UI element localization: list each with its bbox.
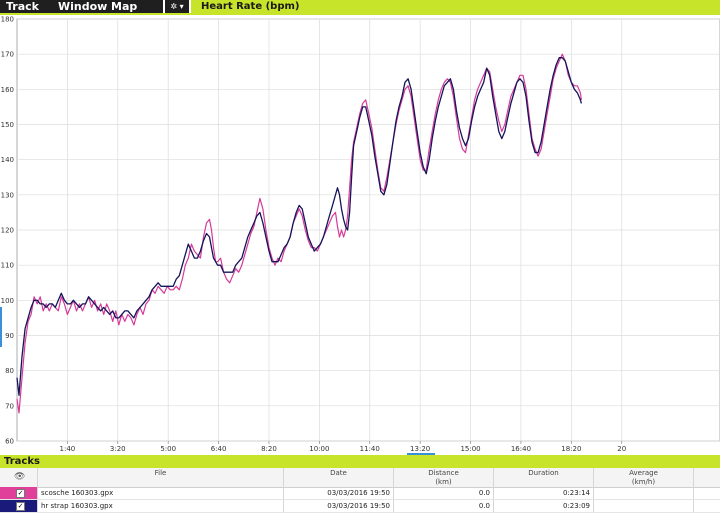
x-tick-label: 18:20 (561, 445, 581, 453)
distance-column-header[interactable]: Distance (km) (394, 468, 494, 487)
eye-icon: 👁 (14, 472, 26, 482)
menu-bar: Track Window Map (0, 0, 163, 13)
x-tick-label: 11:40 (360, 445, 380, 453)
x-tick-label: 1:40 (60, 445, 76, 453)
y-tick-label: 80 (5, 367, 14, 375)
date-column-header[interactable]: Date (284, 468, 394, 487)
track-color-cell: ✓ (0, 500, 38, 512)
tracks-panel-title: Tracks (4, 456, 40, 467)
x-axis-ticks: 1:40 3:20 5:00 6:40 8:20 10:00 11:40 13:20 15:00… (60, 445, 627, 453)
file-cell: scosche 160303.gpx (38, 487, 284, 499)
y-tick-label: 110 (1, 262, 14, 270)
y-tick-label: 150 (1, 121, 14, 129)
menu-map[interactable]: Map (111, 0, 137, 13)
left-edge-handle[interactable] (0, 307, 2, 347)
x-tick-label: 3:20 (110, 445, 126, 453)
y-tick-label: 120 (1, 227, 14, 235)
duration-column-header[interactable]: Duration (494, 468, 594, 487)
tracks-panel-header: Tracks (0, 455, 720, 468)
x-tick-label: 15:00 (460, 445, 480, 453)
table-row[interactable]: ✓ scosche 160303.gpx 03/03/2016 19:50 0.… (0, 487, 720, 500)
tracks-table: 👁 File Date Distance (km) Duration Avera… (0, 468, 720, 516)
menu-track[interactable]: Track (6, 0, 39, 13)
table-row[interactable]: ✓ hr strap 160303.gpx 03/03/2016 19:50 0… (0, 500, 720, 513)
extra-cell (694, 487, 720, 499)
average-cell (594, 500, 694, 512)
date-cell: 03/03/2016 19:50 (284, 500, 394, 512)
duration-cell: 0:23:09 (494, 500, 594, 512)
file-column-header[interactable]: File (38, 468, 284, 487)
date-cell: 03/03/2016 19:50 (284, 487, 394, 499)
chart-title-bar: Heart Rate (bpm) (191, 0, 720, 13)
file-cell: hr strap 160303.gpx (38, 500, 284, 512)
track-color-cell: ✓ (0, 487, 38, 499)
distance-cell: 0.0 (394, 487, 494, 499)
x-tick-label: 16:40 (511, 445, 531, 453)
heart-rate-chart: 60 70 80 90 100 110 120 130 140 150 160 170 180 1:40… (1, 16, 720, 453)
y-tick-label: 70 (5, 402, 14, 410)
average-cell (594, 487, 694, 499)
x-tick-label: 10:00 (309, 445, 329, 453)
extra-cell (694, 500, 720, 512)
track-visible-checkbox[interactable]: ✓ (16, 489, 25, 498)
x-tick-label: 5:00 (160, 445, 176, 453)
visibility-column-header[interactable]: 👁 (0, 468, 38, 487)
distance-cell: 0.0 (394, 500, 494, 512)
chart-title: Heart Rate (bpm) (201, 1, 300, 12)
y-tick-label: 180 (1, 16, 14, 24)
x-tick-label: 20 (617, 445, 626, 453)
tracks-table-header: 👁 File Date Distance (km) Duration Avera… (0, 468, 720, 488)
y-tick-label: 170 (1, 51, 14, 59)
y-tick-label: 60 (5, 438, 14, 446)
extra-column-header (694, 468, 720, 487)
average-column-header[interactable]: Average (km/h) (594, 468, 694, 487)
y-axis-ticks: 60 70 80 90 100 110 120 130 140 150 160 170 180 (1, 16, 14, 446)
chart-grid (16, 18, 720, 444)
y-tick-label: 100 (1, 297, 14, 305)
y-tick-label: 140 (1, 156, 14, 164)
x-tick-label: 6:40 (211, 445, 227, 453)
y-tick-label: 90 (5, 332, 14, 340)
menu-window[interactable]: Window (58, 0, 107, 13)
x-tick-label: 13:20 (410, 445, 430, 453)
y-tick-label: 130 (1, 191, 14, 199)
gear-dropdown-button[interactable]: ✲ ▾ (165, 0, 189, 13)
x-tick-label: 8:20 (261, 445, 277, 453)
y-tick-label: 160 (1, 86, 14, 94)
duration-cell: 0:23:14 (494, 487, 594, 499)
track-visible-checkbox[interactable]: ✓ (16, 502, 25, 511)
